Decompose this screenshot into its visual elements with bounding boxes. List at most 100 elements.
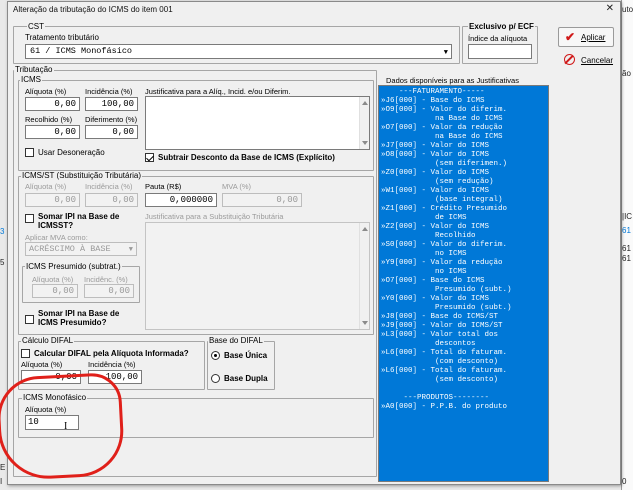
- aplicar-mva-select[interactable]: ACRÉSCIMO À BASE ▼: [25, 242, 137, 256]
- list-item[interactable]: »J6[000] - Base do ICMS: [381, 97, 485, 106]
- ecf-aliquota-input[interactable]: [468, 44, 532, 59]
- somar-ipi-st-checkbox[interactable]: [25, 214, 34, 223]
- list-item[interactable]: »J8[000] - Base do ICMS/ST: [381, 313, 498, 322]
- list-item[interactable]: (sem diferimen.): [381, 160, 507, 169]
- apply-button[interactable]: ✔ Aplicar: [558, 27, 614, 47]
- list-item[interactable]: »O7[000] - Valor da redução: [381, 124, 503, 133]
- list-item[interactable]: (sem desconto): [381, 376, 498, 385]
- desoneracao-checkbox[interactable]: [25, 148, 34, 157]
- list-item[interactable]: »O7[000] - Base do ICMS: [381, 277, 485, 286]
- list-item[interactable]: »Z0[000] - Valor do ICMS: [381, 169, 489, 178]
- bg-text: utos: [622, 5, 633, 14]
- scrollbar[interactable]: [359, 223, 369, 329]
- icms-aliquota-input[interactable]: 0,00: [25, 97, 80, 111]
- list-item[interactable]: na Base do ICMS: [381, 115, 503, 124]
- list-item[interactable]: (base integral): [381, 196, 503, 205]
- somar-ipi-presumido-checkbox[interactable]: [25, 315, 34, 324]
- icms-aliquota-label: Alíquota (%): [25, 87, 67, 96]
- icms-diferimento-label: Diferimento (%): [85, 115, 138, 124]
- list-item[interactable]: (sem redução): [381, 178, 494, 187]
- chevron-down-icon: ▼: [443, 49, 448, 57]
- presumido-aliquota-input[interactable]: 0,00: [32, 284, 78, 298]
- desoneracao-label: Usar Desoneração: [38, 148, 105, 157]
- calcular-difal-checkbox[interactable]: [21, 349, 30, 358]
- icms-incidencia-input[interactable]: 100,00: [85, 97, 138, 111]
- list-item[interactable]: »Z1[000] - Crédito Presumido: [381, 205, 507, 214]
- icmsst-mva-input[interactable]: 0,00: [222, 193, 302, 207]
- list-item[interactable]: descontos: [381, 340, 476, 349]
- dados-list[interactable]: ---FATURAMENTO----- »J6[000] - Base do I…: [378, 85, 549, 482]
- list-item[interactable]: »L6[000] - Total do faturam.: [381, 349, 507, 358]
- subtrair-desconto-checkbox[interactable]: [145, 153, 154, 162]
- list-item[interactable]: »O9[000] - Valor do diferim.: [381, 106, 507, 115]
- list-item[interactable]: »S0[000] - Valor do diferim.: [381, 241, 507, 250]
- presumido-incidencia-input[interactable]: 0,00: [84, 284, 134, 298]
- bg-text: |IC: [622, 212, 633, 221]
- presumido-group-label: ICMS Presumido (subtrat.): [25, 262, 122, 271]
- difal-group-label: Cálculo DIFAL: [21, 336, 75, 345]
- icmsst-pauta-input[interactable]: 0,000000: [145, 193, 217, 207]
- close-icon[interactable]: ✕: [606, 3, 614, 14]
- list-item[interactable]: ---PRODUTOS--------: [381, 394, 490, 403]
- list-item[interactable]: Presumido (subt.): [381, 304, 512, 313]
- cancel-label: Cancelar: [581, 56, 614, 65]
- chevron-down-icon: ▼: [128, 246, 133, 254]
- icmsst-justificativa-textarea[interactable]: [145, 222, 370, 330]
- bg-text: E: [0, 463, 6, 472]
- ecf-label: Índice da alíquota: [468, 34, 528, 43]
- dados-label: Dados disponíveis para as Justificativas: [386, 76, 519, 85]
- icms-justificativa-textarea[interactable]: [145, 96, 370, 150]
- icmsst-pauta-label: Pauta (R$): [145, 182, 182, 191]
- apply-label: Aplicar: [581, 33, 606, 42]
- list-item[interactable]: de ICMS: [381, 214, 467, 223]
- icms-recolhido-input[interactable]: 0,00: [25, 125, 80, 139]
- icmsst-mva-label: MVA (%): [222, 182, 252, 191]
- bg-text: 5: [0, 258, 5, 267]
- list-item[interactable]: »W1[000] - Valor do ICMS: [381, 187, 489, 196]
- base-dupla-label: Base Dupla: [224, 374, 268, 383]
- list-item[interactable]: no ICMS: [381, 268, 467, 277]
- list-item[interactable]: Recolhido: [381, 232, 476, 241]
- list-item[interactable]: »Y0[000] - Valor do ICMS: [381, 295, 489, 304]
- list-item[interactable]: »O8[000] - Valor do ICMS: [381, 151, 489, 160]
- base-unica-label: Base Única: [224, 351, 268, 360]
- list-item[interactable]: »Z2[000] - Valor do ICMS: [381, 223, 489, 232]
- icmsst-incidencia-label: Incidência (%): [85, 182, 133, 191]
- base-unica-radio[interactable]: [211, 351, 220, 360]
- check-icon: ✔: [565, 30, 576, 44]
- icms-recolhido-label: Recolhido (%): [25, 115, 73, 124]
- icmsst-aliquota-input[interactable]: 0,00: [25, 193, 80, 207]
- list-item[interactable]: na Base do ICMS: [381, 133, 503, 142]
- bg-text: I: [0, 477, 3, 486]
- bg-text: 0: [622, 477, 627, 486]
- scrollbar[interactable]: [359, 97, 369, 149]
- icmsst-aliquota-label: Alíquota (%): [25, 182, 67, 191]
- bg-text: ão: [622, 69, 631, 78]
- bg-text: 61: [622, 254, 631, 263]
- base-dupla-radio[interactable]: [211, 374, 220, 383]
- cancel-button[interactable]: Cancelar: [558, 50, 614, 70]
- list-item[interactable]: ---FATURAMENTO-----: [381, 88, 485, 97]
- list-item[interactable]: »Y9[000] - Valor da redução: [381, 259, 503, 268]
- icms-group-label: ICMS: [20, 75, 42, 84]
- icms-incidencia-label: Incidência (%): [85, 87, 133, 96]
- list-item[interactable]: Presumido (subt.): [381, 286, 512, 295]
- icmsst-group-label: ICMS/ST (Substituição Tributária): [21, 171, 143, 180]
- base-difal-group-label: Base do DIFAL: [208, 336, 264, 345]
- somar-ipi-st-label: Somar IPI na Base de ICMSST?: [38, 212, 120, 230]
- icms-diferimento-input[interactable]: 0,00: [85, 125, 138, 139]
- cancel-icon: [564, 54, 575, 65]
- cst-select[interactable]: 61 / ICMS Monofásico ▼: [25, 44, 452, 59]
- list-item[interactable]: (com desconto): [381, 358, 498, 367]
- list-item[interactable]: no ICMS: [381, 250, 467, 259]
- difal-incidencia-label: Incidência (%): [88, 360, 136, 369]
- bg-text: 61: [622, 244, 631, 253]
- list-item[interactable]: »J7[000] - Valor do ICMS: [381, 142, 489, 151]
- ecf-group-label: Exclusivo p/ ECF: [468, 22, 535, 31]
- list-item[interactable]: »L6[000] - Total do faturam.: [381, 367, 507, 376]
- icmsst-incidencia-input[interactable]: 0,00: [85, 193, 138, 207]
- list-item[interactable]: »J9[000] - Valor do ICMS/ST: [381, 322, 503, 331]
- list-item[interactable]: »A0[000] - P.P.B. do produto: [381, 403, 507, 412]
- list-item[interactable]: »L3[000] - Valor total dos: [381, 331, 498, 340]
- icms-justificativa-label: Justificativa para a Alíq., Incid. e/ou …: [145, 87, 291, 96]
